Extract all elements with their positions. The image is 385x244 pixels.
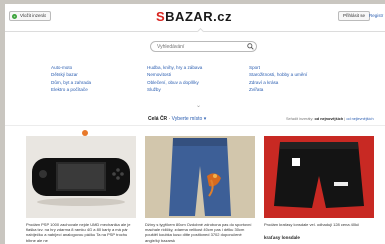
category-obleceni[interactable]: Oblečení, obuv a doplňky (147, 79, 202, 86)
listing-description: Prodám kraťasy lonsdale vel. odhaduji 12… (264, 222, 360, 227)
region-filter: Celá ČR · Vyberte místo ▾ (148, 116, 206, 122)
page: + Vložit inzerát SBAZAR.cz Přihlásit se … (5, 4, 385, 244)
category-detsky-bazar[interactable]: Dětský bazar (51, 71, 91, 78)
category-sluzby[interactable]: Služby (147, 86, 202, 93)
listing-card[interactable]: Prodám PSP 1000 zachovale nejde UMD mech… (26, 136, 136, 244)
plus-icon: + (12, 14, 17, 19)
category-zdravi[interactable]: Zdraví a krása (249, 79, 307, 86)
filter-divider (5, 125, 385, 126)
header-divider (5, 31, 385, 32)
category-sport[interactable]: Sport (249, 64, 307, 71)
psp-image (26, 136, 136, 218)
category-column-2: Hudba, knihy, hry a zábava Nemovitosti O… (147, 64, 202, 93)
listing-card[interactable]: Džíny s tygříkem 80cm Ozdobné zdrobona p… (145, 136, 255, 244)
search-icon[interactable] (247, 43, 254, 50)
logo-rest: BAZAR.cz (165, 9, 233, 24)
register-link[interactable]: Registr (369, 13, 383, 18)
sbazar-logo[interactable]: SBAZAR.cz (156, 9, 244, 25)
category-auto-moto[interactable]: Auto-moto (51, 64, 91, 71)
sort-controls: Seřadit inzeráty: od nejnovějších | od n… (286, 117, 374, 121)
category-column-1: Auto-moto Dětský bazar Dům, byt a zahrad… (51, 64, 91, 93)
chevron-down-icon[interactable]: ⌄ (196, 102, 201, 109)
search-input[interactable] (150, 41, 257, 52)
divider-notch (196, 27, 205, 36)
category-elektro[interactable]: Elektro a počítače (51, 86, 91, 93)
listing-image[interactable] (145, 136, 255, 218)
category-column-3: Sport Starožitnosti, hobby a umění Zdrav… (249, 64, 307, 93)
category-starozitnosti[interactable]: Starožitnosti, hobby a umění (249, 71, 307, 78)
category-zvirata[interactable]: Zvířata (249, 86, 307, 93)
add-listing-label: Vložit inzerát (20, 13, 46, 18)
category-dum-byt-zahrada[interactable]: Dům, byt a zahrada (51, 79, 91, 86)
region-label: Celá ČR (148, 116, 168, 122)
shorts-image (264, 136, 374, 218)
sort-prefix: Seřadit inzeráty: (286, 117, 314, 121)
listing-title[interactable]: kraťasy lonsdale (264, 235, 300, 240)
sort-newest[interactable]: od nejnovějších (315, 117, 344, 121)
category-hudba-knihy[interactable]: Hudba, knihy, hry a zábava (147, 64, 202, 71)
category-nemovitosti[interactable]: Nemovitosti (147, 71, 202, 78)
listing-description: Džíny s tygříkem 80cm Ozdobné zdrobona p… (145, 222, 252, 243)
choose-place-link[interactable]: Vyberte místo (172, 116, 203, 122)
region-separator: · (168, 116, 171, 122)
listing-image[interactable] (26, 136, 136, 218)
sort-cheapest[interactable]: od nejlevnějších (346, 117, 373, 121)
login-button[interactable]: Přihlásit se (338, 11, 371, 21)
listing-description: Prodám PSP 1000 zachovale nejde UMD mech… (26, 222, 131, 243)
listing-card[interactable]: Prodám kraťasy lonsdale vel. odhaduji 12… (264, 136, 374, 244)
jeans-image (145, 136, 255, 218)
listing-image[interactable] (264, 136, 374, 218)
logo-prefix: S (156, 9, 166, 24)
caret-down-icon[interactable]: ▾ (204, 116, 207, 122)
add-listing-button[interactable]: + Vložit inzerát (9, 11, 51, 21)
